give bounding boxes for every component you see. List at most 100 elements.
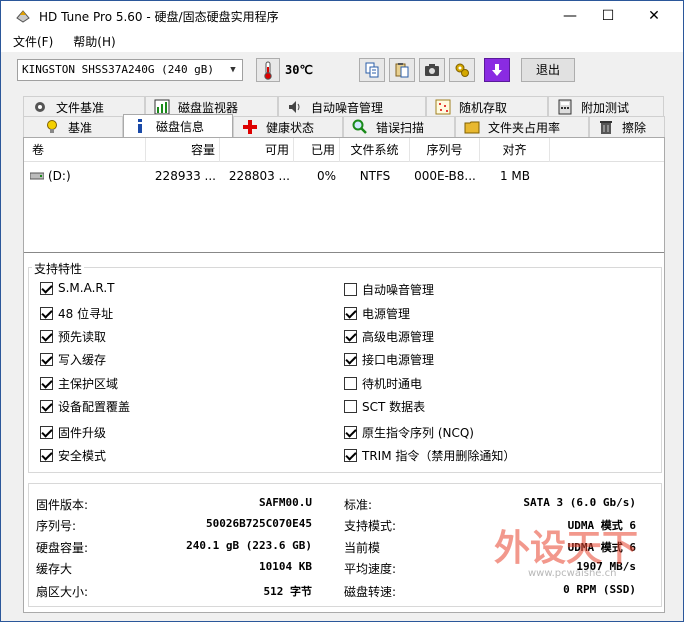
- clipboard-icon: [395, 63, 409, 78]
- file-gear-icon: [35, 102, 45, 112]
- feature-label: 预先读取: [58, 330, 107, 344]
- features-title: 支持特性: [32, 260, 85, 277]
- col-free[interactable]: 可用: [220, 138, 294, 162]
- table-row[interactable]: (D:) 228933 ... 228803 ... 0% NTFS 000E-…: [24, 166, 664, 186]
- tab-extra-tests[interactable]: 附加测试: [548, 96, 664, 117]
- cell-capacity: 228933 ...: [154, 169, 216, 183]
- calculator-icon: [558, 99, 572, 115]
- disk-info-panel: 卷 容量 可用 已用 文件系统 序列号 对齐 (D:) 228933 ... 2…: [23, 137, 665, 613]
- save-button[interactable]: [484, 58, 510, 82]
- cell-free: 228803 ...: [228, 169, 290, 183]
- feature-checkbox[interactable]: [344, 377, 357, 390]
- info-label: 标准:: [344, 498, 373, 512]
- feature-right-0[interactable]: 自动噪音管理: [344, 281, 434, 298]
- feature-right-4[interactable]: 待机时通电: [344, 375, 422, 392]
- cell-serial: 000E-B8...: [414, 169, 476, 183]
- feature-left-6[interactable]: 固件升级: [40, 424, 106, 441]
- maximize-button[interactable]: ☐: [585, 1, 631, 31]
- col-serial[interactable]: 序列号: [410, 138, 480, 162]
- tab-benchmark[interactable]: 基准: [23, 116, 123, 137]
- feature-left-4[interactable]: 主保护区域: [40, 375, 118, 392]
- volume-list[interactable]: 卷 容量 可用 已用 文件系统 序列号 对齐 (D:) 228933 ... 2…: [24, 138, 664, 253]
- info-label: 缓存大: [36, 562, 73, 576]
- feature-label: 安全模式: [58, 449, 107, 463]
- col-volume[interactable]: 卷: [24, 138, 146, 162]
- menu-help[interactable]: 帮助(H): [61, 33, 123, 50]
- feature-checkbox[interactable]: [344, 400, 357, 413]
- lightbulb-icon: [47, 120, 57, 133]
- feature-label: 原生指令序列 (NCQ): [362, 426, 474, 440]
- info-label: 序列号:: [36, 519, 77, 533]
- tab-label: 文件基准: [56, 100, 105, 115]
- feature-label: TRIM 指令（禁用删除通知）: [362, 449, 516, 463]
- folder-icon: [464, 121, 480, 134]
- feature-checkbox[interactable]: [344, 353, 357, 366]
- camera-icon: [425, 64, 439, 76]
- info-label: 磁盘转速:: [344, 585, 397, 599]
- menu-file[interactable]: 文件(F): [1, 33, 61, 50]
- info-label: 支持模式:: [344, 519, 397, 533]
- feature-right-2[interactable]: 高级电源管理: [344, 328, 434, 345]
- tab-random-access[interactable]: 随机存取: [426, 96, 548, 117]
- feature-checkbox[interactable]: [40, 426, 53, 439]
- feature-checkbox[interactable]: [40, 377, 53, 390]
- feature-checkbox[interactable]: [344, 307, 357, 320]
- cell-volume: (D:): [24, 166, 146, 186]
- paste-button[interactable]: [389, 58, 415, 82]
- feature-left-1[interactable]: 48 位寻址: [40, 305, 113, 322]
- drive-select-value: KINGSTON SHSS37A240G (240 gB): [22, 63, 215, 76]
- tab-label: 文件夹占用率: [488, 120, 561, 135]
- feature-checkbox[interactable]: [40, 330, 53, 343]
- info-value: 10104 KB: [259, 560, 312, 573]
- minimize-icon: —: [563, 8, 577, 24]
- tab-health[interactable]: 健康状态: [233, 116, 343, 137]
- col-used[interactable]: 已用: [294, 138, 340, 162]
- info-label: 固件版本:: [36, 498, 89, 512]
- exit-button[interactable]: 退出: [521, 58, 575, 82]
- options-button[interactable]: [449, 58, 475, 82]
- feature-right-3[interactable]: 接口电源管理: [344, 351, 434, 368]
- feature-checkbox[interactable]: [344, 330, 357, 343]
- feature-label: 高级电源管理: [362, 330, 435, 344]
- feature-left-0[interactable]: S.M.A.R.T: [40, 281, 114, 295]
- trash-icon: [600, 121, 612, 134]
- info-value: 50026B725C070E45: [206, 517, 312, 530]
- feature-right-6[interactable]: 原生指令序列 (NCQ): [344, 424, 474, 441]
- tab-label: 磁盘监视器: [178, 100, 239, 115]
- tab-label: 自动噪音管理: [311, 100, 384, 115]
- feature-right-5[interactable]: SCT 数据表: [344, 398, 425, 415]
- col-alignment[interactable]: 对齐: [480, 138, 550, 162]
- feature-right-1[interactable]: 电源管理: [344, 305, 410, 322]
- download-arrow-icon: [492, 64, 502, 76]
- feature-right-7[interactable]: TRIM 指令（禁用删除通知）: [344, 447, 515, 464]
- feature-left-7[interactable]: 安全模式: [40, 447, 106, 464]
- tab-error-scan[interactable]: 错误扫描: [343, 116, 455, 137]
- feature-checkbox[interactable]: [344, 426, 357, 439]
- tab-row-bottom: 基准 磁盘信息 健康状态 错误扫描 文件夹占用率 擦除: [23, 114, 665, 137]
- tab-disk-info[interactable]: 磁盘信息: [123, 114, 233, 137]
- feature-checkbox[interactable]: [40, 281, 53, 295]
- app-window: HD Tune Pro 5.60 - 硬盘/固态硬盘实用程序 — ☐ ✕ 文件(…: [0, 0, 684, 622]
- feature-checkbox[interactable]: [40, 400, 53, 413]
- feature-checkbox[interactable]: [40, 449, 53, 462]
- close-button[interactable]: ✕: [631, 1, 677, 31]
- feature-checkbox[interactable]: [40, 307, 53, 320]
- screenshot-button[interactable]: [419, 58, 445, 82]
- drive-select[interactable]: KINGSTON SHSS37A240G (240 gB) ▼: [17, 59, 243, 81]
- tab-aam[interactable]: 自动噪音管理: [278, 96, 426, 117]
- feature-left-5[interactable]: 设备配置覆盖: [40, 398, 130, 415]
- feature-label: 待机时通电: [362, 377, 423, 391]
- tab-erase[interactable]: 擦除: [589, 116, 665, 137]
- copy-button[interactable]: [359, 58, 385, 82]
- feature-left-2[interactable]: 预先读取: [40, 328, 106, 345]
- feature-checkbox[interactable]: [40, 353, 53, 366]
- feature-label: 设备配置覆盖: [58, 400, 131, 414]
- feature-label: 主保护区域: [58, 377, 119, 391]
- watermark-logo: 外设天下 www.pcwaishe.cn: [494, 528, 638, 579]
- feature-left-3[interactable]: 写入缓存: [40, 351, 106, 368]
- col-capacity[interactable]: 容量: [146, 138, 220, 162]
- col-filesystem[interactable]: 文件系统: [340, 138, 410, 162]
- tab-folder-usage[interactable]: 文件夹占用率: [455, 116, 589, 137]
- feature-checkbox[interactable]: [344, 283, 357, 296]
- feature-checkbox[interactable]: [344, 449, 357, 462]
